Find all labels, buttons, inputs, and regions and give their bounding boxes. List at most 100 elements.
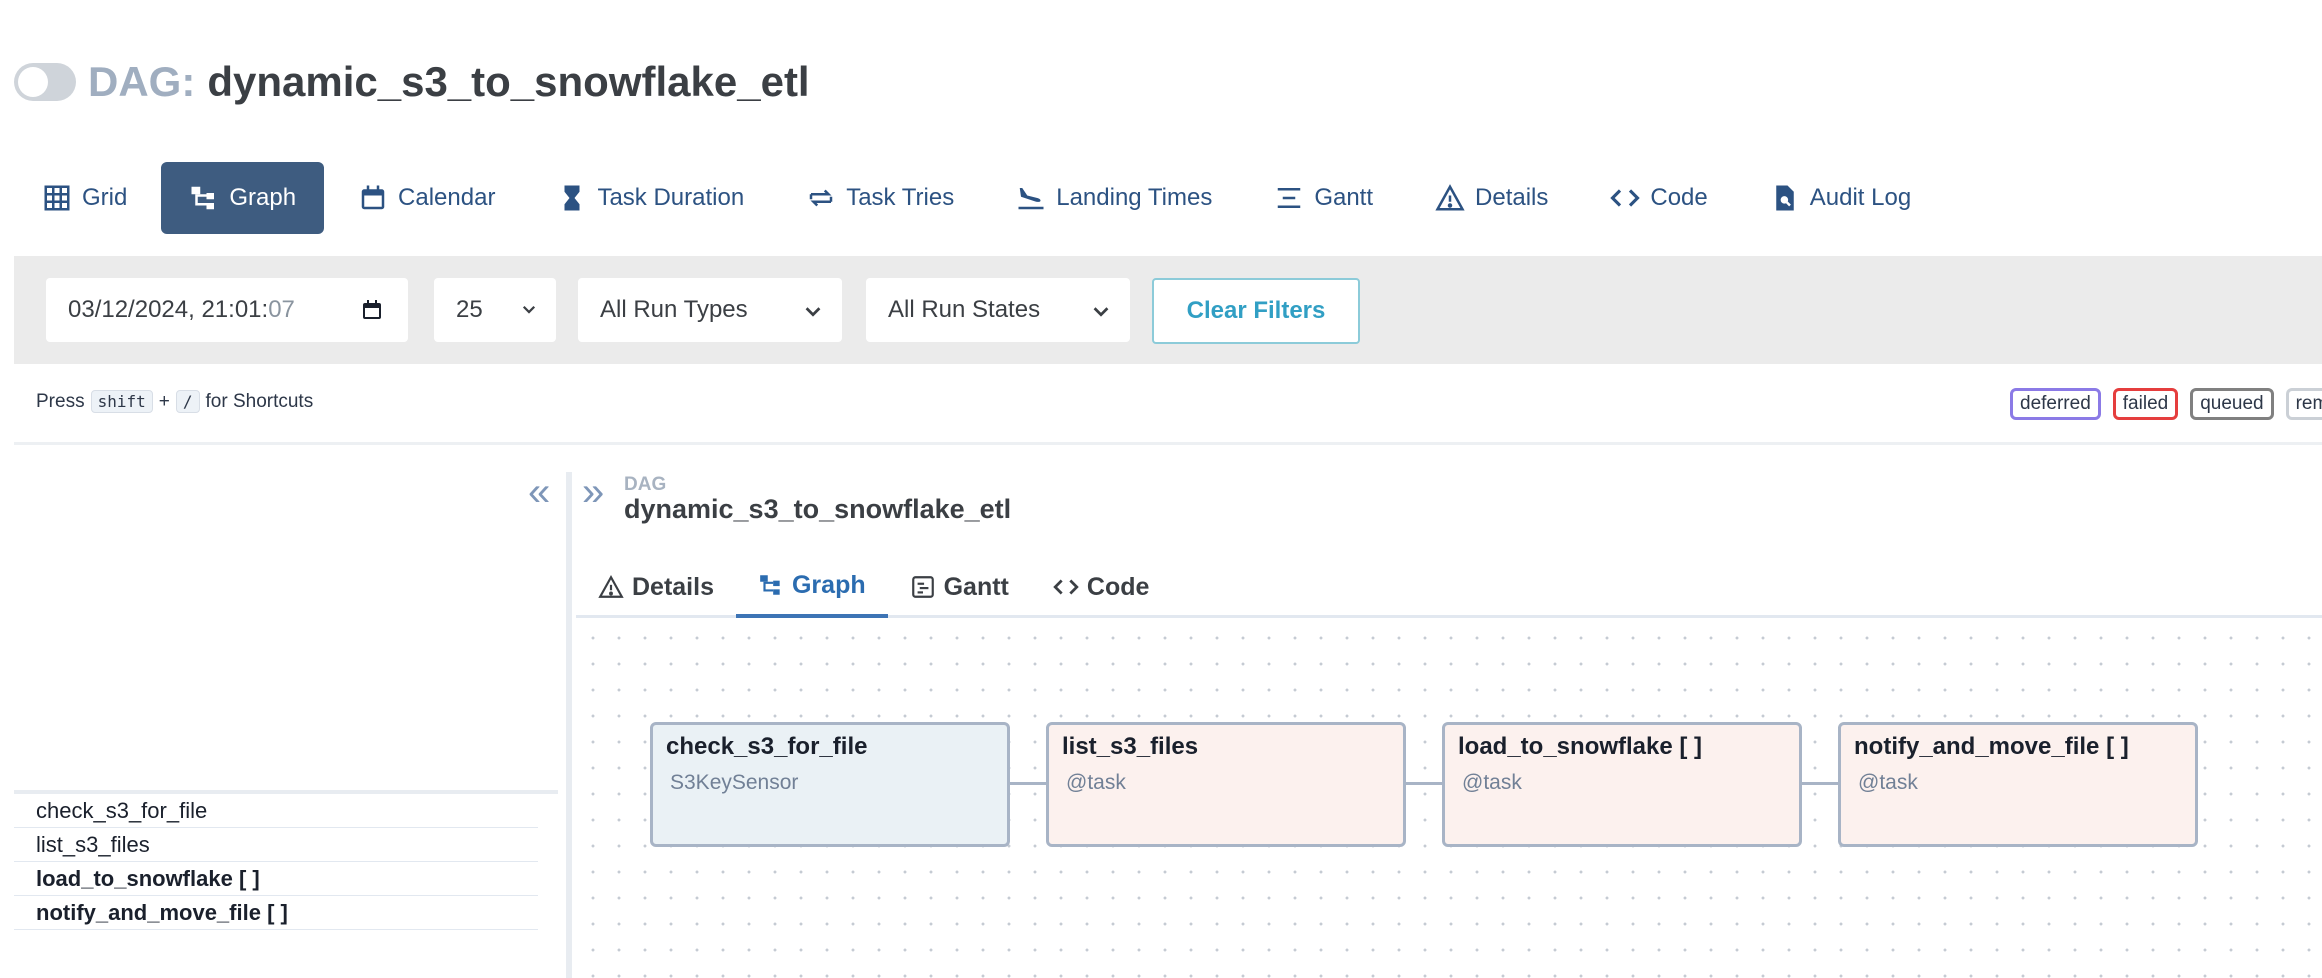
num-runs-value: 25 — [456, 296, 483, 323]
nav-calendar-label: Calendar — [398, 184, 496, 211]
tab-code-label: Code — [1086, 572, 1150, 601]
graph-node-list-s3-files[interactable]: list_s3_files @task — [1046, 722, 1406, 847]
nav-task-duration-label: Task Duration — [597, 184, 745, 211]
run-states-select[interactable]: All Run States — [866, 278, 1130, 342]
run-types-select[interactable]: All Run Types — [578, 278, 842, 342]
details-tabs: Details Graph Gantt Code — [576, 556, 2322, 618]
nav-landing-times[interactable]: Landing Times — [988, 162, 1240, 234]
shortcuts-suffix: for Shortcuts — [205, 390, 314, 412]
node-name: list_s3_files — [1062, 733, 1199, 760]
state-legend: deferred failed queued rem — [2010, 388, 2322, 420]
tab-graph-label: Graph — [791, 570, 866, 599]
nav-gantt-label: Gantt — [1314, 184, 1374, 211]
panel-resize-handle[interactable] — [566, 472, 572, 978]
calendar-picker-icon[interactable] — [360, 298, 384, 322]
shortcuts-press: Press — [36, 390, 85, 412]
clear-filters-button[interactable]: Clear Filters — [1152, 278, 1360, 344]
nav-code[interactable]: Code — [1582, 162, 1735, 234]
breadcrumb-dag-name[interactable]: dynamic_s3_to_snowflake_etl — [624, 494, 1011, 525]
nav-gantt[interactable]: Gantt — [1246, 162, 1401, 234]
state-failed[interactable]: failed — [2112, 388, 2179, 420]
nav-task-tries[interactable]: Task Tries — [778, 162, 982, 234]
run-states-value: All Run States — [888, 296, 1041, 323]
node-operator: @task — [1462, 771, 1522, 794]
graph-icon — [191, 186, 215, 210]
graph-node-notify-and-move-file[interactable]: notify_and_move_file [ ] @task — [1838, 722, 2198, 847]
dag-title-row: DAG: dynamic_s3_to_snowflake_etl — [14, 58, 810, 106]
task-list-item[interactable]: check_s3_for_file — [14, 794, 538, 828]
node-name: load_to_snowflake [ ] — [1458, 733, 1703, 760]
expand-details-icon[interactable]: » — [582, 470, 604, 515]
nav-details[interactable]: Details — [1407, 162, 1576, 234]
graph-edge — [1802, 782, 1840, 785]
chevron-down-icon — [522, 305, 536, 314]
tab-code[interactable]: Code — [1031, 556, 1172, 618]
task-list-item[interactable]: load_to_snowflake [ ] — [14, 862, 538, 896]
nav-grid-label: Grid — [82, 184, 128, 211]
state-queued[interactable]: queued — [2190, 388, 2274, 420]
node-operator: @task — [1066, 771, 1126, 794]
code-icon — [1053, 579, 1079, 595]
dag-name: dynamic_s3_to_snowflake_etl — [207, 58, 810, 105]
node-name: check_s3_for_file — [666, 733, 868, 760]
nav-task-duration[interactable]: Task Duration — [529, 162, 772, 234]
node-name: notify_and_move_file [ ] — [1854, 733, 2129, 760]
graph-node-check-s3-for-file[interactable]: check_s3_for_file S3KeySensor — [650, 722, 1010, 847]
warning-triangle-icon — [1435, 184, 1465, 211]
node-operator: @task — [1858, 771, 1918, 794]
dag-prefix: DAG: — [88, 58, 196, 105]
breadcrumb-label: DAG — [624, 474, 667, 495]
graph-edge — [1010, 782, 1048, 785]
graph-icon — [760, 575, 780, 595]
base-date-seconds: 07 — [268, 296, 295, 323]
gantt-icon — [1278, 188, 1301, 208]
code-icon — [1610, 189, 1641, 207]
collapse-grid-icon[interactable]: « — [528, 470, 550, 515]
nav-graph-label: Graph — [229, 184, 297, 211]
state-removed[interactable]: rem — [2285, 388, 2322, 420]
task-list-item[interactable]: notify_and_move_file [ ] — [14, 896, 538, 930]
plane-landing-icon — [1018, 188, 1044, 210]
gantt-icon — [911, 576, 934, 598]
base-date-value: 03/12/2024, 21:01: — [68, 296, 269, 323]
dag-view-nav: Grid Graph Calendar Task Duration Task T… — [14, 162, 1945, 234]
nav-details-label: Details — [1475, 184, 1549, 211]
chevron-down-icon — [1093, 307, 1109, 317]
shift-key: shift — [90, 390, 153, 413]
nav-grid[interactable]: Grid — [14, 162, 155, 234]
dag-pause-toggle[interactable] — [14, 63, 76, 101]
num-runs-select[interactable]: 25 — [434, 278, 556, 342]
run-types-value: All Run Types — [600, 296, 748, 323]
slash-key: / — [175, 390, 200, 413]
calendar-icon — [361, 185, 385, 210]
nav-calendar[interactable]: Calendar — [330, 162, 523, 234]
section-divider — [14, 442, 2322, 445]
graph-node-load-to-snowflake[interactable]: load_to_snowflake [ ] @task — [1442, 722, 1802, 847]
warning-triangle-icon — [598, 575, 624, 598]
state-deferred[interactable]: deferred — [2010, 388, 2101, 420]
nav-audit-log-label: Audit Log — [1809, 184, 1912, 211]
tab-gantt[interactable]: Gantt — [888, 556, 1031, 618]
task-list-item[interactable]: list_s3_files — [14, 828, 538, 862]
shortcuts-plus: + — [158, 390, 170, 412]
nav-landing-times-label: Landing Times — [1056, 184, 1213, 211]
retry-icon — [809, 189, 833, 207]
nav-audit-log[interactable]: Audit Log — [1742, 162, 1939, 234]
grid-icon — [44, 185, 70, 211]
chevron-down-icon — [805, 307, 821, 317]
base-date-input[interactable]: 03/12/2024, 21:01: 07 — [46, 278, 408, 342]
file-search-icon — [1776, 185, 1794, 211]
nav-task-tries-label: Task Tries — [846, 184, 955, 211]
nav-code-label: Code — [1650, 184, 1708, 211]
tab-gantt-label: Gantt — [943, 572, 1009, 601]
hourglass-icon — [564, 185, 580, 211]
tab-details-label: Details — [632, 572, 714, 601]
tab-details[interactable]: Details — [576, 556, 736, 618]
filter-bar: 03/12/2024, 21:01: 07 25 All Run Types Al… — [14, 256, 2322, 364]
node-operator: S3KeySensor — [670, 771, 799, 794]
graph-edge — [1406, 782, 1444, 785]
toggle-knob — [18, 67, 48, 97]
tab-graph[interactable]: Graph — [735, 556, 888, 618]
nav-graph[interactable]: Graph — [161, 162, 325, 234]
shortcuts-hint: Press shift + / for Shortcuts — [36, 390, 313, 413]
